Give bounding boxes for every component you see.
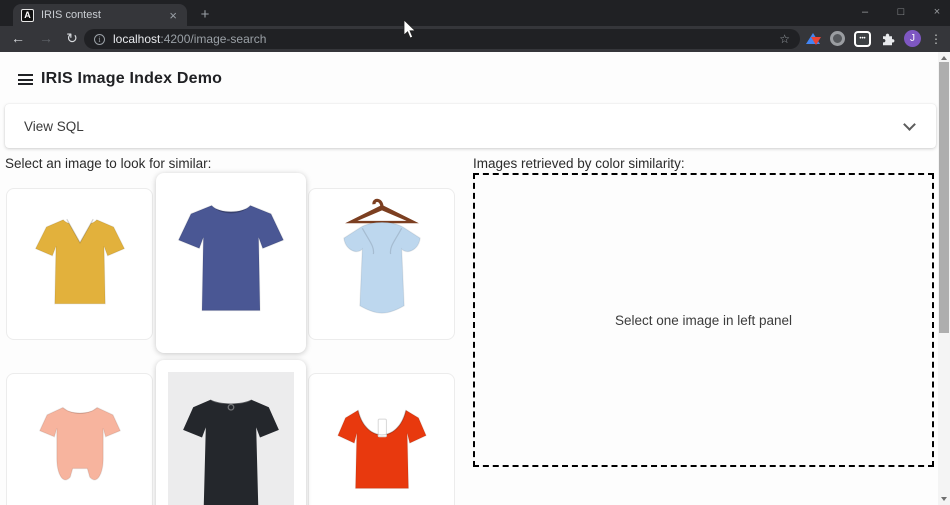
url-path: :4200/image-search: [160, 32, 266, 46]
light-blue-blouse-image: [320, 195, 444, 323]
page-title: IRIS Image Index Demo: [41, 70, 222, 88]
minimize-button[interactable]: –: [858, 6, 872, 18]
peach-onesie-image: [19, 388, 141, 505]
tab-title: IRIS contest: [41, 9, 167, 21]
new-tab-button[interactable]: +: [196, 5, 214, 23]
extension-row: ••• J ⋮: [806, 30, 942, 47]
yellow-vneck-shirt-image: [20, 203, 140, 323]
url-host: localhost: [113, 32, 160, 46]
results-placeholder-text: Select one image in left panel: [615, 313, 792, 328]
maximize-button[interactable]: □: [894, 6, 908, 18]
screen: A IRIS contest × + – □ × ← → ↻ i localho…: [0, 0, 950, 505]
extension-dots-icon[interactable]: •••: [854, 31, 871, 47]
profile-avatar[interactable]: J: [904, 30, 921, 47]
results-dropzone: Select one image in left panel: [473, 173, 934, 467]
image-card-blue-tshirt[interactable]: [156, 173, 306, 353]
bookmark-star-icon[interactable]: ☆: [779, 32, 790, 46]
image-card-orange-croptop[interactable]: [308, 373, 455, 505]
view-sql-label: View SQL: [24, 119, 84, 134]
site-favicon-icon: A: [21, 9, 34, 22]
reload-button[interactable]: ↻: [62, 28, 82, 48]
right-panel-heading: Images retrieved by color similarity:: [473, 156, 685, 171]
back-button[interactable]: ←: [8, 28, 28, 48]
scrollbar-up-arrow-icon[interactable]: [941, 56, 947, 60]
browser-tab-strip: A IRIS contest × + – □ ×: [0, 0, 950, 26]
forward-button: →: [36, 28, 56, 48]
extensions-puzzle-icon[interactable]: [880, 31, 895, 46]
address-bar[interactable]: i localhost:4200/image-search ☆: [84, 29, 800, 49]
window-controls: – □ ×: [858, 0, 944, 24]
image-card-yellow-vneck[interactable]: [6, 188, 153, 340]
black-tshirt-photo-background: [168, 372, 294, 505]
app-header: IRIS Image Index Demo: [0, 62, 222, 96]
extension-clock-icon[interactable]: [830, 31, 845, 46]
page-info-icon[interactable]: i: [94, 34, 105, 45]
hamburger-menu-icon[interactable]: [18, 74, 33, 85]
browser-menu-icon[interactable]: ⋮: [930, 32, 942, 46]
tab-close-icon[interactable]: ×: [167, 9, 179, 22]
image-card-black-tshirt[interactable]: [156, 360, 306, 505]
extension-colorful-icon[interactable]: [806, 32, 821, 46]
orange-croptop-image: [319, 390, 445, 505]
image-card-blue-blouse[interactable]: [308, 188, 455, 340]
page-scrollbar[interactable]: [938, 52, 950, 505]
view-sql-expansion-panel[interactable]: View SQL: [5, 104, 936, 148]
url-text[interactable]: localhost:4200/image-search: [113, 32, 266, 46]
browser-tab[interactable]: A IRIS contest ×: [13, 4, 187, 26]
scrollbar-thumb[interactable]: [939, 62, 949, 333]
blue-tshirt-image: [162, 189, 300, 327]
scrollbar-down-arrow-icon[interactable]: [941, 497, 947, 501]
chevron-down-icon[interactable]: [903, 118, 916, 131]
left-panel-heading: Select an image to look for similar:: [5, 156, 211, 171]
image-card-peach-onesie[interactable]: [6, 373, 153, 505]
black-tshirt-image: [168, 382, 294, 505]
app-page: IRIS Image Index Demo View SQL Select an…: [0, 52, 938, 505]
close-button[interactable]: ×: [930, 6, 944, 18]
